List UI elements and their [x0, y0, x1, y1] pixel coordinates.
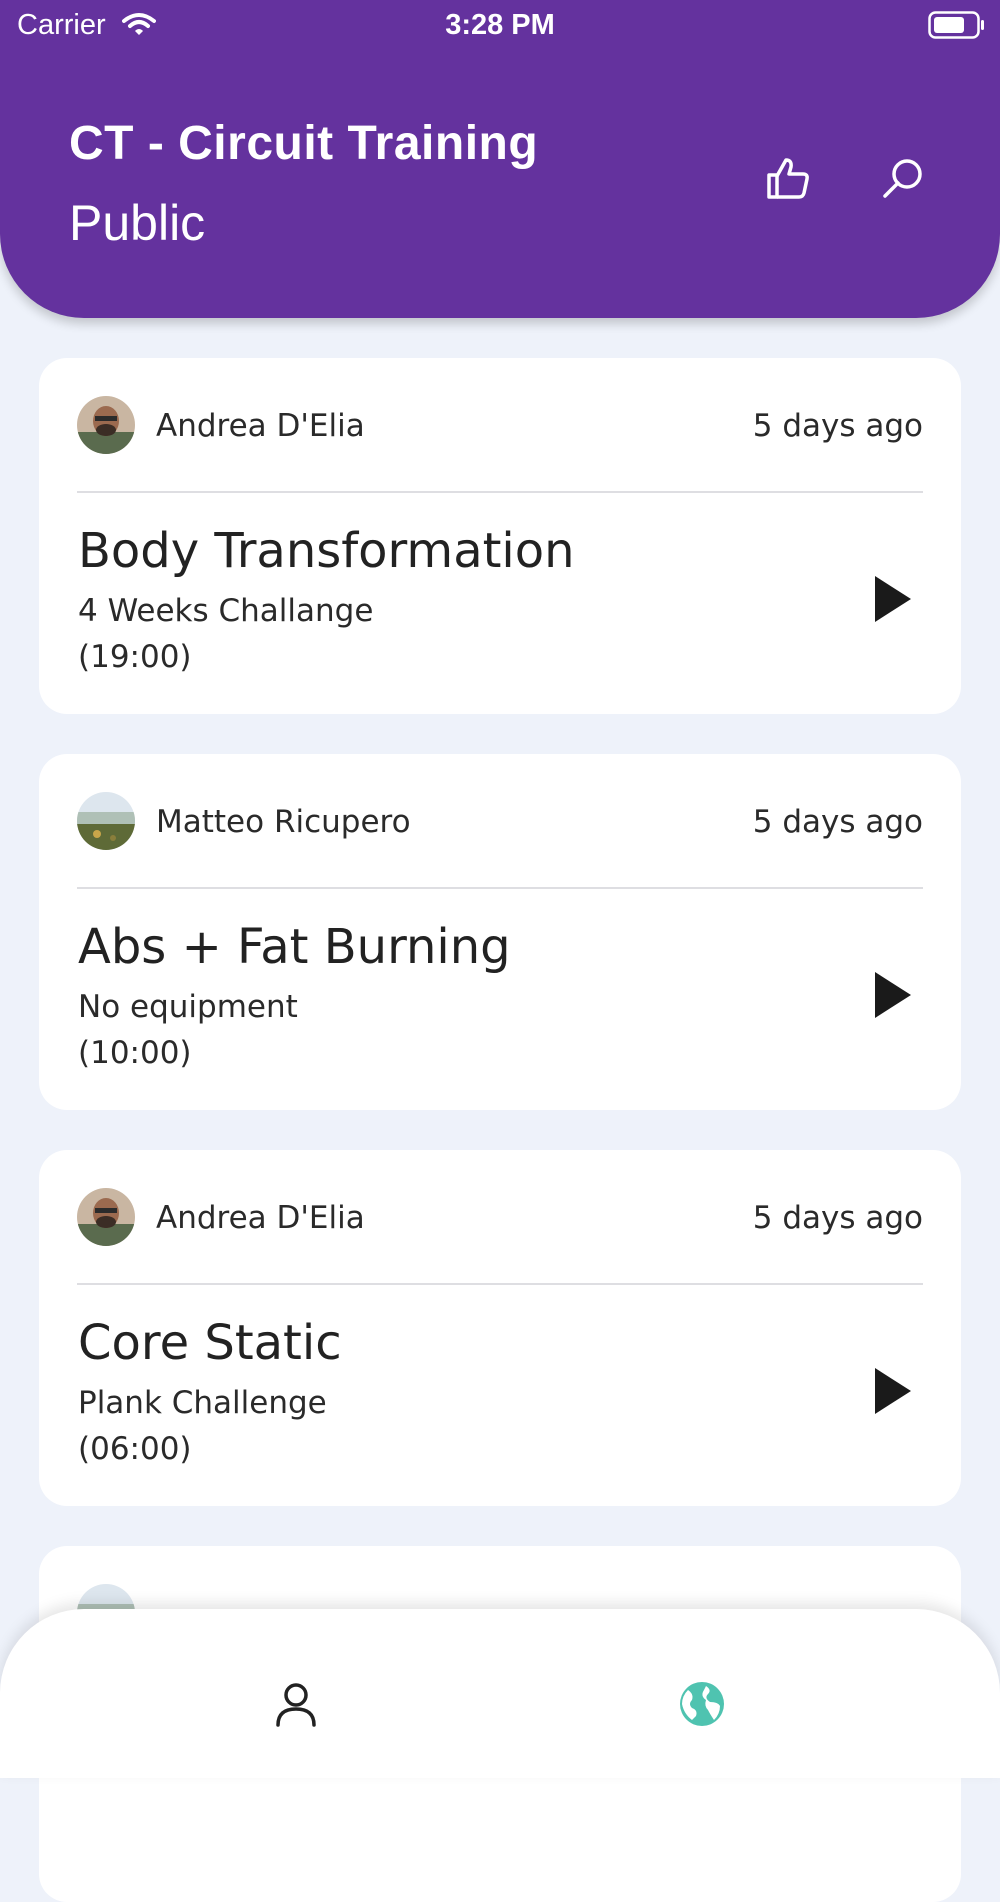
card-author-row: Andrea D'Elia 5 days ago: [77, 396, 923, 456]
card-author-row: Andrea D'Elia 5 days ago: [77, 1188, 923, 1248]
card-divider: [77, 491, 923, 493]
status-bar: Carrier 3:28 PM: [0, 0, 1000, 52]
posted-time: 5 days ago: [752, 1200, 923, 1236]
author-name: Andrea D'Elia: [156, 1200, 365, 1236]
workout-duration: (06:00): [78, 1431, 192, 1467]
play-icon: [875, 972, 911, 1018]
search-icon: [883, 159, 922, 198]
globe-icon: [680, 1682, 724, 1726]
workout-card[interactable]: Andrea D'Elia 5 days ago Core Static Pla…: [39, 1150, 961, 1506]
workout-title: Core Static: [78, 1315, 342, 1371]
workout-title: Abs + Fat Burning: [78, 919, 511, 975]
battery-icon: [928, 11, 986, 44]
play-button[interactable]: [869, 572, 917, 626]
bottom-tab-bar: [0, 1609, 1000, 1778]
like-button[interactable]: [760, 150, 816, 206]
play-icon: [875, 1368, 911, 1414]
workout-description: 4 Weeks Challange: [78, 593, 374, 629]
posted-time: 5 days ago: [752, 804, 923, 840]
search-button[interactable]: [875, 150, 931, 206]
author-name: Matteo Ricupero: [156, 804, 411, 840]
card-divider: [77, 887, 923, 889]
page-subtitle: Public: [69, 195, 206, 251]
card-author-row: Matteo Ricupero 5 days ago: [77, 792, 923, 852]
thumbs-up-icon: [767, 158, 809, 199]
play-button[interactable]: [869, 968, 917, 1022]
status-time: 3:28 PM: [445, 9, 555, 41]
workout-title: Body Transformation: [78, 523, 575, 579]
app-header: Carrier 3:28 PM CT - Circuit Training Pu…: [0, 0, 1000, 318]
posted-time: 5 days ago: [752, 408, 923, 444]
card-divider: [77, 1283, 923, 1285]
workout-card[interactable]: Andrea D'Elia 5 days ago Body Transforma…: [39, 358, 961, 714]
author-avatar[interactable]: [77, 396, 135, 454]
tab-profile[interactable]: [261, 1669, 331, 1739]
author-avatar[interactable]: [77, 1188, 135, 1246]
author-name: Andrea D'Elia: [156, 408, 365, 444]
page-title: CT - Circuit Training: [69, 117, 539, 170]
person-icon: [276, 1683, 316, 1727]
workout-card[interactable]: Matteo Ricupero 5 days ago Abs + Fat Bur…: [39, 754, 961, 1110]
workout-description: Plank Challenge: [78, 1385, 327, 1421]
workout-duration: (19:00): [78, 639, 192, 675]
play-icon: [875, 576, 911, 622]
tab-public[interactable]: [667, 1669, 737, 1739]
play-button[interactable]: [869, 1364, 917, 1418]
workout-description: No equipment: [78, 989, 298, 1025]
author-avatar[interactable]: [77, 792, 135, 850]
workout-duration: (10:00): [78, 1035, 192, 1071]
